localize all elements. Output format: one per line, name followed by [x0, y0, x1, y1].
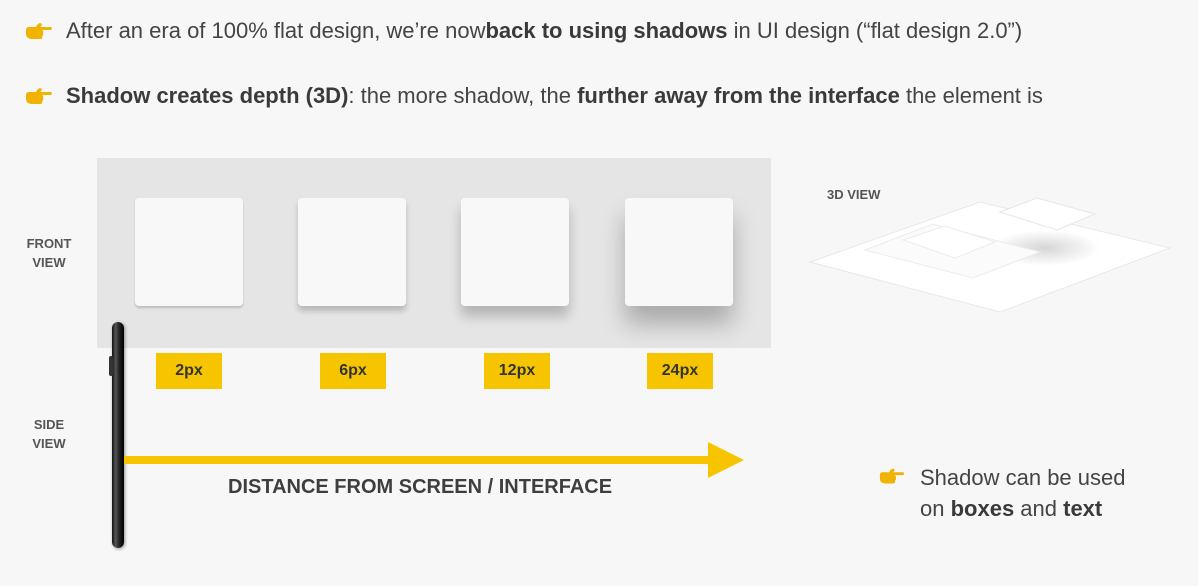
- front-view-panel: [97, 158, 771, 348]
- note-and: and: [1014, 496, 1064, 521]
- note-line-2: on boxes and text: [920, 493, 1126, 524]
- distance-label: DISTANCE FROM SCREEN / INTERFACE: [228, 476, 613, 498]
- isometric-3d-view: [808, 197, 1172, 313]
- card-shadow-2px: [135, 198, 243, 306]
- side-view-label: SIDE VIEW: [14, 415, 84, 453]
- bullet-2-mid: : the more shadow, the: [348, 83, 578, 108]
- card-shadow-24px: [625, 198, 733, 306]
- bullet-2-suffix: the element is: [899, 83, 1043, 108]
- note-text-word: text: [1063, 496, 1103, 521]
- shadow-size-tag: 2px: [156, 353, 222, 389]
- note-on: on: [920, 496, 951, 521]
- note-boxes: boxes: [950, 496, 1015, 521]
- bullet-1-bold: back to using shadows: [485, 18, 728, 43]
- side-view-label-line-1: SIDE: [33, 417, 65, 432]
- 3d-view-label: 3D VIEW: [827, 187, 881, 202]
- shadow-size-tag: 6px: [320, 353, 386, 389]
- front-view-label-line-1: FRONT: [26, 236, 72, 251]
- pointing-hand-icon: [26, 88, 52, 104]
- front-view-label-line-2: VIEW: [32, 255, 66, 270]
- right-arrow-icon: [124, 442, 744, 478]
- bullet-flat-design: After an era of 100% flat design, we’re …: [24, 18, 1022, 44]
- front-view-label: FRONT VIEW: [14, 234, 84, 272]
- pointing-hand-icon: [879, 468, 905, 484]
- note-line-1: Shadow can be used: [920, 465, 1126, 490]
- bullet-1-text-suffix: in UI design (“flat design 2.0”): [727, 18, 1023, 43]
- bullet-1-text-prefix: After an era of 100% flat design, we’re …: [66, 18, 486, 43]
- pointing-hand-icon: [26, 23, 52, 39]
- bullet-shadow-depth: Shadow creates depth (3D) : the more sha…: [24, 83, 1043, 109]
- side-view-label-line-2: VIEW: [32, 436, 66, 451]
- shadow-size-tag: 12px: [484, 353, 550, 389]
- shadow-size-tag: 24px: [647, 353, 713, 389]
- phone-button-icon: [109, 356, 113, 376]
- bullet-2-bold-2: further away from the interface: [577, 83, 900, 108]
- bullet-shadow-usage: Shadow can be used on boxes and text: [878, 462, 1126, 524]
- phone-side-icon: [112, 322, 124, 548]
- card-shadow-12px: [461, 198, 569, 306]
- card-shadow-6px: [298, 198, 406, 306]
- note-text: Shadow can be used on boxes and text: [920, 462, 1126, 524]
- bullet-2-bold-1: Shadow creates depth (3D): [66, 83, 349, 108]
